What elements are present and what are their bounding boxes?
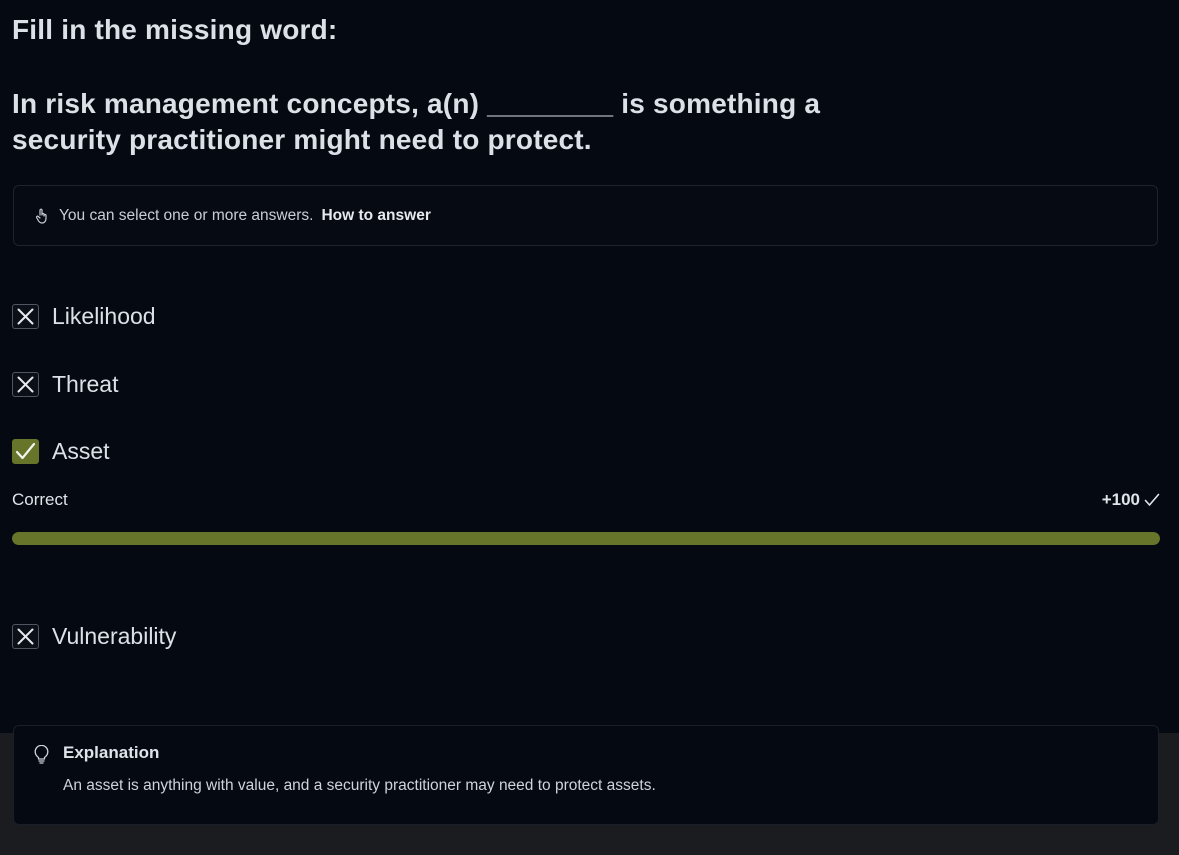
option-checkbox[interactable] [12,624,39,649]
explanation-panel: Explanation An asset is anything with va… [13,725,1159,825]
hand-pointer-icon [35,208,48,224]
option-vulnerability[interactable]: Vulnerability [12,623,176,650]
option-label: Asset [52,438,110,464]
lightbulb-icon [34,744,49,769]
x-icon [17,628,34,645]
score-progress-fill [12,532,1160,545]
check-icon [1144,493,1160,506]
option-likelihood[interactable]: Likelihood [12,303,156,330]
x-icon [17,308,34,325]
quiz-panel: Fill in the missing word: In risk manage… [0,0,1179,733]
points-badge: +100 [1102,490,1160,510]
option-checkbox[interactable] [12,372,39,397]
explanation-title: Explanation [63,743,160,762]
answer-hint-box: You can select one or more answers. How … [13,185,1158,246]
option-label: Threat [52,371,119,397]
answer-hint-text: You can select one or more answers. [59,206,314,224]
explanation-text: An asset is anything with value, and a s… [63,777,656,794]
how-to-answer-link[interactable]: How to answer [321,207,430,225]
answer-result: Correct +100 [12,489,1160,511]
question-instruction: Fill in the missing word: [12,14,338,45]
question-text: In risk management concepts, a(n) ______… [12,88,821,155]
option-asset[interactable]: Asset [12,438,110,465]
points-value: +100 [1101,490,1140,509]
x-icon [17,376,34,393]
option-label: Vulnerability [52,623,177,649]
option-label: Likelihood [52,303,156,329]
check-icon [15,442,36,460]
option-threat[interactable]: Threat [12,371,118,398]
score-progress-bar [12,532,1160,545]
result-label: Correct [12,490,68,509]
option-checkbox[interactable] [12,304,39,329]
option-checkbox[interactable] [12,439,39,464]
